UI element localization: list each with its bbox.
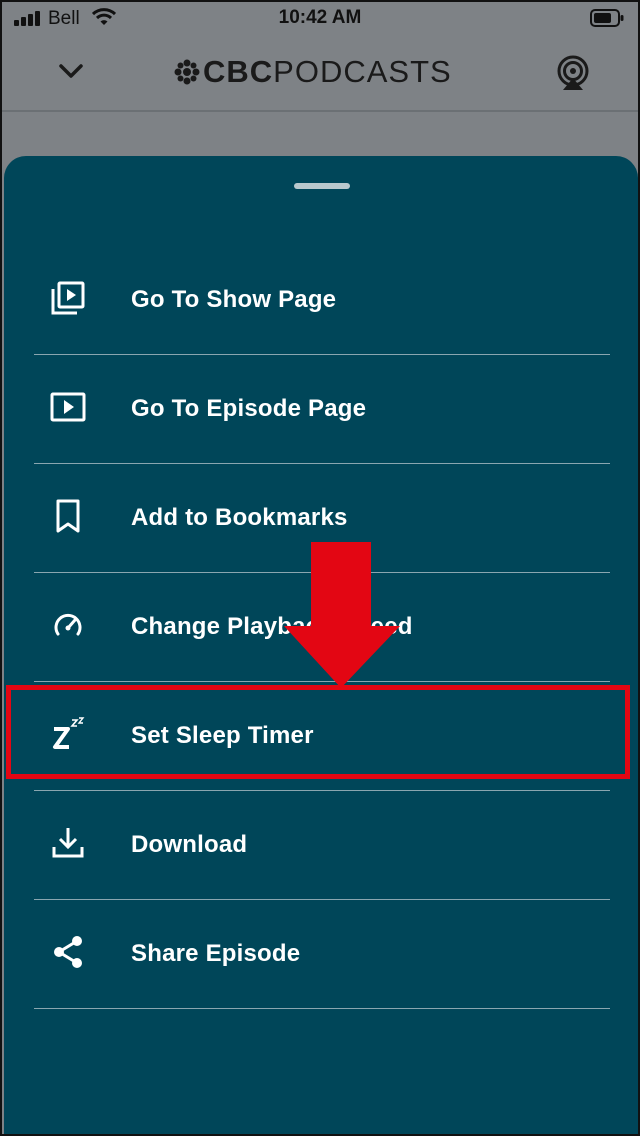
- speedometer-icon: [54, 613, 82, 636]
- menu-item-label: Set Sleep Timer: [131, 722, 314, 749]
- cbc-gem-icon: [174, 59, 200, 85]
- bookmark-icon: [56, 499, 80, 533]
- app-header: CBC PODCASTS: [2, 36, 638, 112]
- cbc-podcasts-logo: CBC PODCASTS: [174, 52, 452, 92]
- status-time: 10:42 AM: [278, 7, 362, 28]
- menu-item-go-to-episode-page[interactable]: Go To Episode Page: [34, 355, 610, 464]
- menu-item-label: Change Playback Speed: [131, 613, 413, 640]
- airplay-icon[interactable]: [554, 54, 592, 92]
- sheet-grabber[interactable]: [294, 183, 350, 189]
- menu-item-label: Download: [131, 831, 248, 858]
- battery-icon: [590, 9, 624, 27]
- share-icon: [54, 936, 82, 968]
- chevron-down-icon[interactable]: [56, 56, 86, 86]
- show-page-icon: [51, 281, 85, 315]
- menu-item-set-sleep-timer[interactable]: Set Sleep Timer: [34, 682, 610, 791]
- menu-item-label: Go To Show Page: [131, 286, 337, 313]
- download-icon: [52, 828, 84, 858]
- menu-item-label: Add to Bookmarks: [131, 504, 348, 531]
- status-bar: Bell 10:42 AM: [2, 2, 638, 36]
- menu-item-download[interactable]: Download: [34, 791, 610, 900]
- logo-product: PODCASTS: [273, 54, 452, 89]
- menu-item-label: Go To Episode Page: [131, 395, 367, 422]
- menu-item-add-to-bookmarks[interactable]: Add to Bookmarks: [34, 464, 610, 573]
- phone-screen: Bell 10:42 AM CBC PODCASTS Go To Show Pa…: [0, 0, 640, 1136]
- menu-item-share-episode[interactable]: Share Episode: [34, 900, 610, 1009]
- logo-brand: CBC: [203, 54, 274, 89]
- menu-item-change-playback-speed[interactable]: Change Playback Speed: [34, 573, 610, 682]
- action-sheet: Go To Show Page Go To Episode Page Add t…: [4, 156, 638, 1134]
- play-icon: [50, 392, 86, 422]
- menu-item-label: Share Episode: [131, 940, 301, 967]
- menu-item-go-to-show-page[interactable]: Go To Show Page: [34, 246, 610, 355]
- sleep-icon: [53, 717, 85, 749]
